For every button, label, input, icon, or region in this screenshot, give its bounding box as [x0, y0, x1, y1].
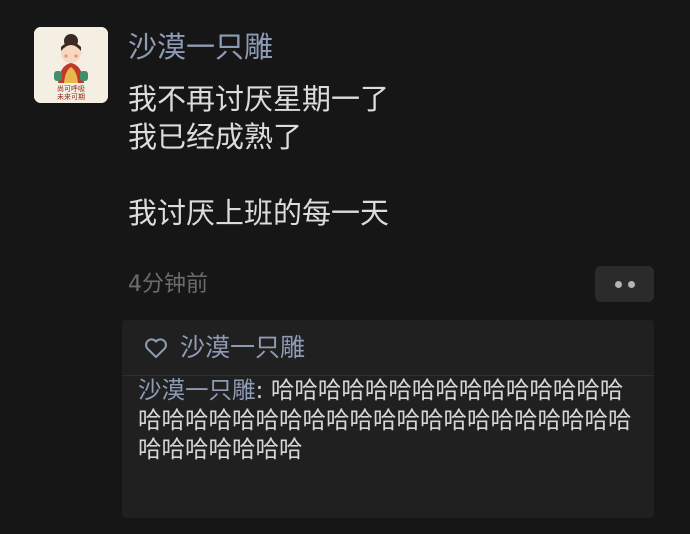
avatar-caption-line2: 未来可期	[57, 92, 85, 101]
avatar-caption-line1: 尚可呼吸	[57, 84, 85, 93]
likes-row: 沙漠一只雕	[144, 332, 305, 364]
more-actions-button[interactable]	[595, 266, 654, 302]
comment-user-name[interactable]: 沙漠一只雕	[138, 376, 256, 404]
likes-comments-panel: 沙漠一只雕 沙漠一只雕: 哈哈哈哈哈哈哈哈哈哈哈哈哈哈哈哈哈哈哈哈哈哈哈哈哈哈哈…	[122, 320, 654, 518]
avatar[interactable]: 尚可呼吸 未来可期	[34, 27, 108, 103]
cartoon-girl-avatar-icon: 尚可呼吸 未来可期	[34, 27, 108, 103]
post-line: 我不再讨厌星期一了	[128, 82, 390, 116]
comment-item[interactable]: 沙漠一只雕: 哈哈哈哈哈哈哈哈哈哈哈哈哈哈哈哈哈哈哈哈哈哈哈哈哈哈哈哈哈哈哈哈哈…	[138, 376, 644, 465]
post-line: 我已经成熟了	[128, 120, 303, 154]
comment-separator: :	[255, 376, 271, 404]
post-line: 我讨厌上班的每一天	[128, 196, 390, 230]
two-dots-icon	[614, 280, 622, 288]
post-line-blank	[128, 156, 389, 194]
post-content: 我不再讨厌星期一了 我已经成熟了 我讨厌上班的每一天	[128, 80, 389, 232]
author-name[interactable]: 沙漠一只雕	[128, 29, 273, 65]
heart-outline-icon	[145, 338, 167, 358]
like-user-name[interactable]: 沙漠一只雕	[180, 332, 305, 364]
two-dots-icon	[627, 280, 635, 288]
post-timestamp: 4分钟前	[128, 272, 208, 297]
